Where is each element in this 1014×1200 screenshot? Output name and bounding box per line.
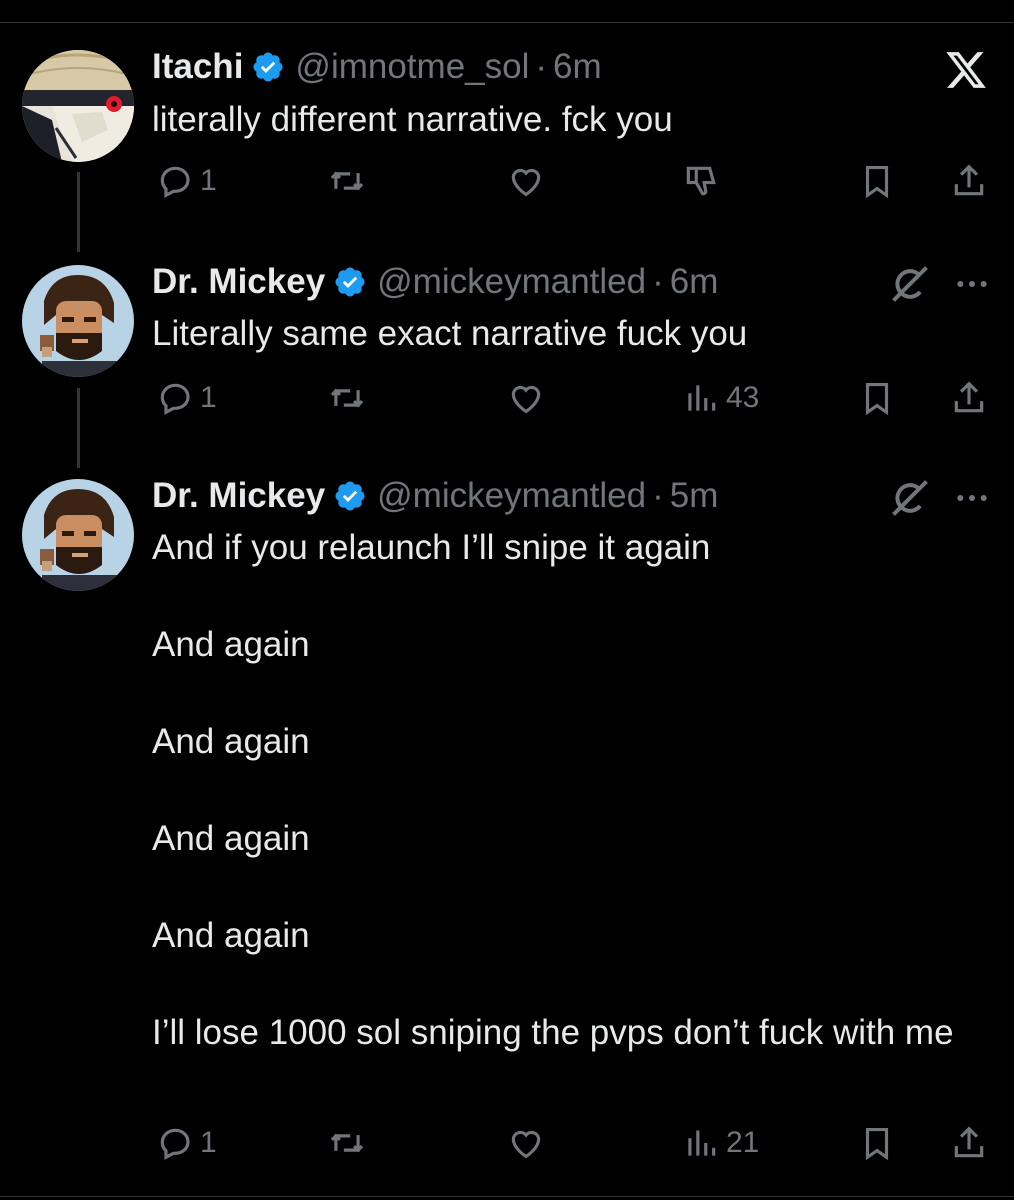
reply-count: 1 — [200, 164, 217, 197]
x-logo-icon[interactable] — [944, 48, 988, 92]
avatar[interactable] — [22, 50, 134, 162]
thread-connector — [77, 172, 80, 252]
dislike-icon — [686, 166, 716, 196]
views-button[interactable]: 21 — [682, 1121, 759, 1165]
timestamp[interactable]: 6m — [553, 47, 602, 87]
share-icon — [954, 381, 984, 413]
reply-button[interactable]: 1 — [156, 159, 217, 203]
like-icon — [511, 1130, 541, 1159]
verified-badge-icon — [253, 52, 283, 82]
tweet-paragraph: And again — [152, 625, 310, 664]
top-divider — [0, 22, 1014, 23]
retweet-icon — [330, 388, 364, 408]
share-button[interactable] — [950, 159, 988, 203]
timestamp[interactable]: 6m — [670, 262, 719, 302]
tweet-paragraph: And again — [152, 722, 310, 761]
author-name[interactable]: Dr. Mickey — [152, 476, 325, 516]
bookmark-button[interactable] — [858, 1121, 896, 1165]
reply-button[interactable]: 1 — [156, 1121, 217, 1165]
grok-icon[interactable] — [888, 476, 932, 520]
author-name[interactable]: Dr. Mickey — [152, 262, 325, 302]
views-count: 21 — [726, 1126, 760, 1159]
views-icon — [688, 385, 716, 411]
like-button[interactable] — [507, 376, 545, 420]
bookmark-icon — [865, 1127, 889, 1161]
reply-button[interactable]: 1 — [156, 376, 217, 420]
retweet-icon — [330, 171, 364, 191]
grok-icon[interactable] — [888, 262, 932, 306]
bookmark-icon — [865, 165, 889, 199]
like-icon — [511, 168, 541, 197]
like-button[interactable] — [507, 159, 545, 203]
action-bar: 1 — [152, 159, 992, 203]
tweet-paragraph: And again — [152, 916, 310, 955]
share-button[interactable] — [950, 1121, 988, 1165]
share-icon — [954, 164, 984, 196]
views-count: 43 — [726, 381, 760, 414]
views-icon — [688, 1130, 716, 1156]
tweet-paragraph: I’ll lose 1000 sol sniping the pvps don’… — [152, 1013, 954, 1052]
separator-dot: · — [535, 47, 548, 86]
reply-icon — [160, 1128, 190, 1160]
views-button[interactable]: 43 — [682, 376, 759, 420]
tweet-text: Literally same exact narrative fuck you — [152, 310, 982, 358]
verified-badge-icon — [335, 481, 365, 511]
share-icon — [954, 1126, 984, 1158]
like-icon — [511, 385, 541, 414]
retweet-button[interactable] — [328, 376, 366, 420]
tweet-paragraph: literally different narrative. fck you — [152, 100, 673, 139]
tweet-paragraph: Literally same exact narrative fuck you — [152, 314, 748, 353]
bottom-divider — [0, 1196, 1014, 1197]
retweet-button[interactable] — [328, 159, 366, 203]
separator-dot: · — [652, 262, 664, 301]
tweet-paragraph: And if you relaunch I’ll snipe it again — [152, 528, 711, 567]
bookmark-button[interactable] — [858, 376, 896, 420]
tweet-paragraph: And again — [152, 819, 310, 858]
bookmark-icon — [865, 382, 889, 416]
action-bar: 1 43 — [152, 376, 992, 420]
reply-icon — [160, 166, 190, 198]
dislike-button[interactable] — [682, 159, 720, 203]
reply-icon — [160, 383, 190, 415]
author-handle[interactable]: @mickeymantled — [377, 262, 646, 302]
more-icon[interactable] — [952, 478, 992, 518]
verified-badge-icon — [335, 267, 365, 297]
reply-count: 1 — [200, 1126, 217, 1159]
more-icon[interactable] — [952, 264, 992, 304]
separator-dot: · — [652, 476, 664, 515]
thread-connector — [77, 388, 80, 468]
author-handle[interactable]: @mickeymantled — [377, 476, 646, 516]
reply-count: 1 — [200, 381, 217, 414]
timestamp[interactable]: 5m — [670, 476, 719, 516]
share-button[interactable] — [950, 376, 988, 420]
author-handle[interactable]: @imnotme_sol — [295, 47, 529, 87]
avatar[interactable] — [22, 265, 134, 377]
retweet-button[interactable] — [328, 1121, 366, 1165]
tweet-text: And if you relaunch I’ll snipe it again … — [152, 524, 982, 1057]
avatar[interactable] — [22, 479, 134, 591]
like-button[interactable] — [507, 1121, 545, 1165]
tweet-text: literally different narrative. fck you — [152, 96, 982, 144]
author-name[interactable]: Itachi — [152, 47, 243, 87]
bookmark-button[interactable] — [858, 159, 896, 203]
retweet-icon — [330, 1133, 364, 1153]
action-bar: 1 21 — [152, 1121, 992, 1165]
